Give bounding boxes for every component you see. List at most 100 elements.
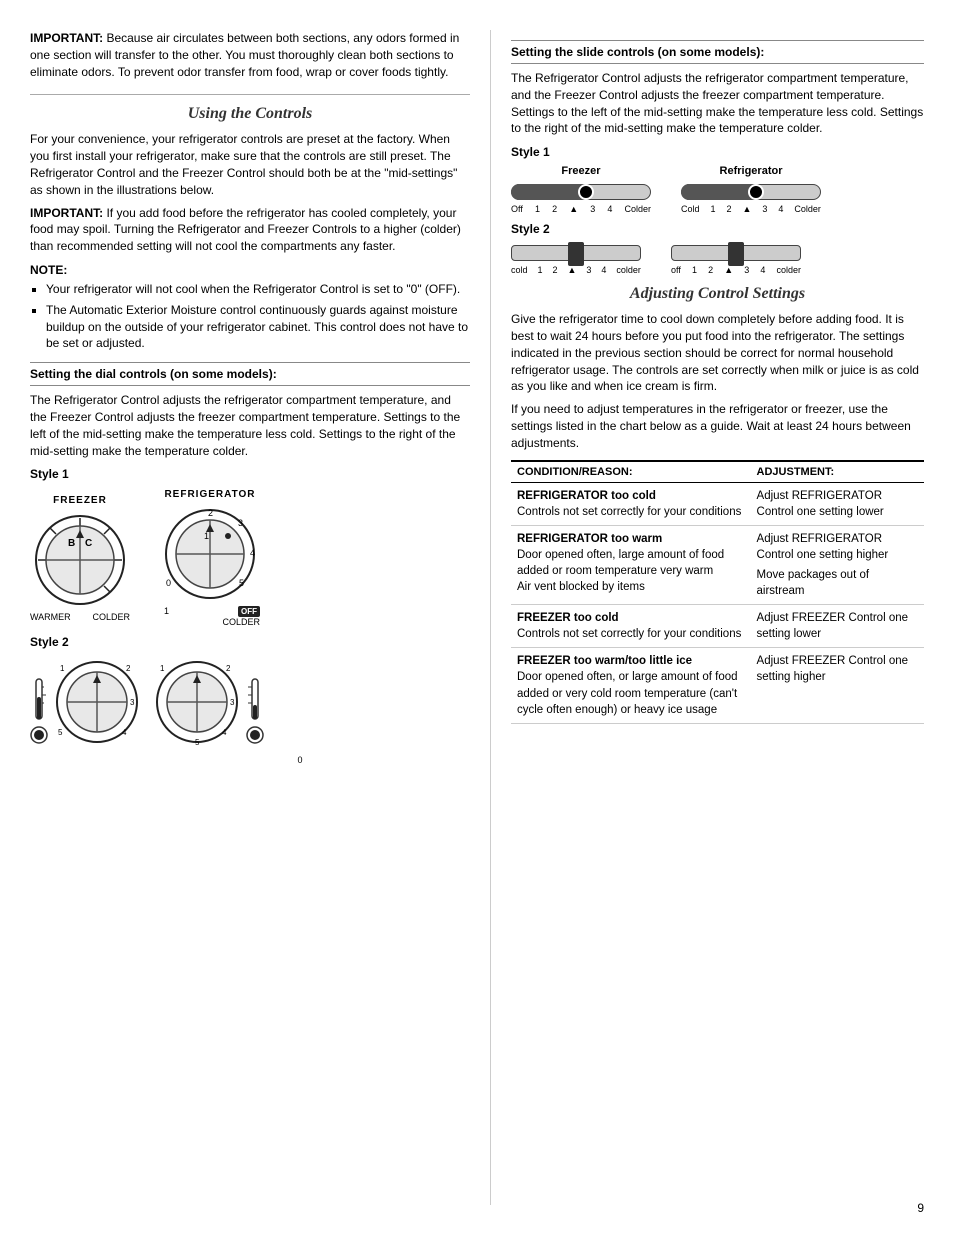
off-s2r: off — [671, 265, 681, 275]
style2-refrig-track — [671, 242, 801, 264]
warmer-label: WARMER — [30, 612, 71, 622]
svg-text:3: 3 — [130, 698, 135, 707]
svg-text:3: 3 — [238, 518, 243, 528]
condition-cell-4: FREEZER too warm/too little ice Door ope… — [511, 648, 751, 723]
svg-text:5: 5 — [239, 578, 244, 588]
colder-s2r: colder — [776, 265, 801, 275]
num2-s2f: 2 — [553, 265, 558, 275]
colder-label-s1r: Colder — [794, 204, 821, 214]
table-header-row: CONDITION/REASON: ADJUSTMENT: — [511, 461, 924, 483]
style2-refrig-dial: 1 2 3 4 5 — [152, 657, 242, 747]
off-label: Off — [511, 204, 523, 214]
svg-text:B: B — [68, 538, 75, 549]
style1-label: Style 1 — [30, 467, 470, 481]
condition-detail-2: Door opened often, large amount of food … — [517, 547, 745, 579]
num4r: 4 — [778, 204, 783, 214]
table-row: FREEZER too cold Controls not set correc… — [511, 605, 924, 648]
condition-cell-3: FREEZER too cold Controls not set correc… — [511, 605, 751, 648]
svg-text:4: 4 — [250, 548, 255, 558]
intro-paragraph: For your convenience, your refrigerator … — [30, 131, 470, 198]
num3r: 3 — [762, 204, 767, 214]
adj-desc2: If you need to adjust temperatures in th… — [511, 401, 924, 451]
style2-refrig-group: 1 2 3 4 5 — [152, 657, 264, 747]
style2-refrig-dial-container: 1 2 3 4 5 — [152, 657, 242, 747]
colder-label-freeze: COLDER — [92, 612, 130, 622]
thermometer-left-icon — [30, 677, 48, 747]
cold-s2: cold — [511, 265, 528, 275]
arrow-up-r: ▲ — [743, 204, 752, 214]
top-paragraph: IMPORTANT: Because air circulates betwee… — [30, 30, 470, 95]
table-row: REFRIGERATOR too cold Controls not set c… — [511, 482, 924, 525]
num3-s2f: 3 — [586, 265, 591, 275]
svg-text:1: 1 — [204, 531, 209, 541]
style1-freezer-fill — [511, 184, 586, 200]
colder-label-refrig: COLDER — [222, 617, 260, 627]
num1r: 1 — [711, 204, 716, 214]
right-style1-label: Style 1 — [511, 145, 924, 159]
refrigerator-dial-svg: 2 3 4 5 0 1 — [160, 504, 260, 604]
dial-subsection-title: Setting the dial controls (on some model… — [30, 362, 470, 386]
style1-refrig-nums-row: Cold 1 2 ▲ 3 4 Colder — [681, 204, 821, 214]
colder-label-s1f: Colder — [624, 204, 651, 214]
important-label2: IMPORTANT: — [30, 206, 103, 220]
svg-text:C: C — [85, 538, 92, 549]
svg-text:2: 2 — [208, 508, 213, 518]
style2-dial-row: 1 2 3 4 5 1 — [30, 657, 470, 747]
style2-label: Style 2 — [30, 635, 470, 649]
num1-label: 1 — [164, 606, 169, 617]
table-row: REFRIGERATOR too warm Door opened often,… — [511, 525, 924, 604]
note-bullet-1: Your refrigerator will not cool when the… — [46, 281, 470, 298]
note-bullets: Your refrigerator will not cool when the… — [46, 281, 470, 352]
svg-text:1: 1 — [160, 664, 165, 673]
num2r: 2 — [727, 204, 732, 214]
style1-freezer-label: Freezer — [511, 165, 651, 177]
style1-slide-row: Freezer Off 1 2 ▲ 3 4 Colder — [511, 165, 924, 214]
svg-text:0: 0 — [166, 578, 171, 588]
adj-2b: Move packages out of airstream — [757, 567, 918, 599]
style2-freezer-track — [511, 242, 641, 264]
num4: 4 — [607, 204, 612, 214]
important-paragraph: IMPORTANT: If you add food before the re… — [30, 205, 470, 255]
freezer-dial-svg: B C — [30, 510, 130, 610]
svg-text:3: 3 — [230, 698, 235, 707]
refrigerator-label-style1: REFRIGERATOR — [164, 489, 255, 500]
right-style2-label: Style 2 — [511, 222, 924, 236]
condition-bold-4: FREEZER too warm/too little ice — [517, 653, 745, 669]
using-controls-title: Using the Controls — [30, 105, 470, 123]
style2-refrig-slide: off 1 2 ▲ 3 4 colder — [671, 242, 801, 275]
slide-subsection-title: Setting the slide controls (on some mode… — [511, 40, 924, 64]
table-row: FREEZER too warm/too little ice Door ope… — [511, 648, 924, 723]
svg-text:2: 2 — [226, 664, 231, 673]
off-badge: OFF — [238, 606, 260, 617]
adjustment-cell-4: Adjust FREEZER Control one setting highe… — [751, 648, 924, 723]
adjustment-cell-1: Adjust REFRIGERATOR Control one setting … — [751, 482, 924, 525]
svg-text:5: 5 — [58, 728, 63, 737]
adj-desc1: Give the refrigerator time to cool down … — [511, 311, 924, 395]
col1-header: CONDITION/REASON: — [511, 461, 751, 483]
style1-refrig-fill — [681, 184, 756, 200]
svg-text:5: 5 — [195, 738, 200, 747]
style2-freezer-dial-container: 1 2 3 4 5 — [52, 657, 142, 747]
important-top: IMPORTANT: Because air circulates betwee… — [30, 30, 470, 80]
num1-s2r: 1 — [692, 265, 697, 275]
freezer-dial-style1: FREEZER — [30, 495, 130, 622]
important-label: IMPORTANT: — [30, 31, 103, 45]
dial-description: The Refrigerator Control adjusts the ref… — [30, 392, 470, 459]
right-column: Setting the slide controls (on some mode… — [490, 30, 924, 1205]
condition-cell-1: REFRIGERATOR too cold Controls not set c… — [511, 482, 751, 525]
num4-s2f: 4 — [601, 265, 606, 275]
adj-2a: Adjust REFRIGERATOR Control one setting … — [757, 531, 918, 563]
style2-refrig-thumb — [728, 242, 744, 266]
style1-refrig-slide: Refrigerator Cold 1 2 ▲ 3 4 Colder — [681, 165, 821, 214]
style1-dial-row: FREEZER — [30, 489, 470, 627]
condition-detail-4: Door opened often, or large amount of fo… — [517, 669, 745, 717]
num3-s2r: 3 — [744, 265, 749, 275]
condition-bold-1: REFRIGERATOR too cold — [517, 488, 745, 504]
style2-freezer-thumb — [568, 242, 584, 266]
style2-freezer-dial: 1 2 3 4 5 — [52, 657, 142, 747]
num4-s2r: 4 — [760, 265, 765, 275]
svg-text:4: 4 — [222, 728, 227, 737]
style2-slide-row: cold 1 2 ▲ 3 4 colder off 1 2 — [511, 242, 924, 275]
svg-text:1: 1 — [60, 664, 65, 673]
svg-text:2: 2 — [126, 664, 131, 673]
